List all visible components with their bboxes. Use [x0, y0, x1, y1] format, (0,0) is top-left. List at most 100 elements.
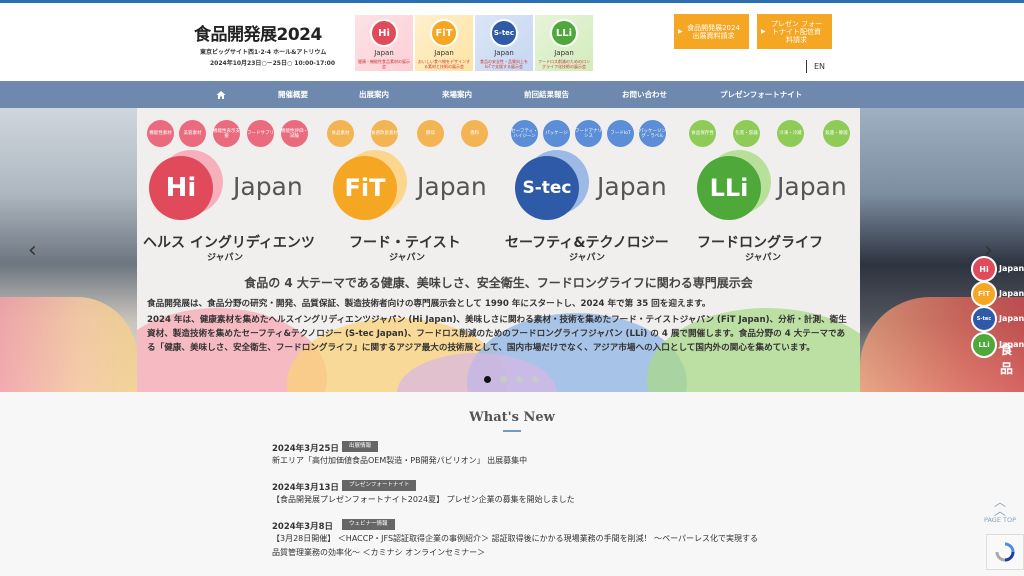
- brand-tile-desc: 食品の安全性・品質向上をIoTで支援する展示会: [480, 59, 528, 69]
- carousel-dot-3[interactable]: [516, 376, 523, 383]
- fit-japan-kana: フード・テイスト: [349, 235, 461, 251]
- hi-japan-kana: ヘルス イングリディエンツ: [143, 235, 315, 251]
- double-chevron-up-icon: ︿ ︿: [993, 495, 1006, 518]
- tag-pill: 殺菌・静菌: [823, 120, 850, 147]
- next-slide-label: Japan: [999, 264, 1024, 273]
- arrow-right-icon: ▶: [678, 28, 683, 35]
- tag-pill: 機能性表示支援: [213, 120, 240, 147]
- news-link[interactable]: 新エリア「高付加価値食品OEM製造・PB開発パビリオン」 出展募集中: [272, 454, 762, 468]
- tag-pill: 機能性評価・試験: [281, 120, 308, 147]
- news-date: 2024年3月8日: [272, 522, 333, 532]
- brand-stec-icon: S-tec: [490, 19, 518, 47]
- site-logo[interactable]: 食品開発展2024 東京ビッグサイト西1·2·4 ホール&アトリウム 2024年…: [190, 18, 342, 72]
- logo-title: 食品開発展2024: [194, 25, 322, 45]
- hi-japan-logo: Hi: [149, 156, 213, 220]
- home-icon[interactable]: [216, 81, 226, 108]
- next-slide-lli-icon: LLi: [971, 332, 997, 358]
- language-switch-en[interactable]: EN: [814, 62, 825, 71]
- tag-pill: 食品素材: [327, 120, 354, 147]
- recaptcha-icon: [995, 542, 1015, 562]
- lli-japan-kana: フードロングライフ: [697, 235, 823, 251]
- tag-pill: 包装・容器: [733, 120, 760, 147]
- hero-headline: 食品の 4 大テーマである健康、美味しさ、安全衛生、フードロングライフに関わる専…: [244, 276, 753, 290]
- hi-japan-kana-sub: ジャパン: [207, 253, 244, 263]
- nav-item-contact[interactable]: お問い合わせ: [622, 81, 667, 108]
- brand-tile-lli[interactable]: LLi Japan フードロス削減のためのロングライフ化技術の展示会: [535, 15, 593, 71]
- main-nav: 開催概要 出展案内 来場案内 前回結果報告 お問い合わせ プレゼンフォートナイト: [0, 81, 1024, 108]
- arrow-right-icon: ▶: [761, 28, 766, 35]
- tag-pill: 美容素材: [179, 120, 206, 147]
- lli-japan-wordmark: Japan: [777, 172, 847, 201]
- brand-tile-name: Japan: [494, 49, 514, 57]
- tag-pill: フードアナリシス: [575, 120, 602, 147]
- brand-tile-hi[interactable]: Hi Japan 健康・機能性食品素材の展示会: [355, 15, 413, 71]
- news-category-badge: プレゼンフォートナイト: [342, 480, 417, 491]
- page-top-button[interactable]: ︿ ︿ PAGE TOP: [982, 495, 1018, 524]
- nav-item-visitor-info[interactable]: 来場案内: [442, 81, 472, 108]
- fit-japan-logo: FiT: [333, 156, 397, 220]
- tag-pill: 食感改良素材: [371, 120, 398, 147]
- nav-item-exhibit-info[interactable]: 出展案内: [359, 81, 389, 108]
- whats-new-heading: What's New: [469, 410, 555, 425]
- brand-tile-desc: フードロス削減のためのロングライフ化技術の展示会: [538, 59, 590, 69]
- next-slide-label: Japan: [999, 314, 1024, 323]
- nav-item-presen-fortnight[interactable]: プレゼンフォートナイト: [720, 81, 802, 108]
- carousel-prev-button[interactable]: ‹: [28, 238, 37, 263]
- presen-material-request-label: プレゼン フォートナイト配信資料請求: [770, 19, 823, 44]
- next-slide-fit-icon: FiT: [971, 281, 997, 307]
- carousel-dot-1[interactable]: [484, 376, 491, 383]
- brand-tile-desc: おいしい食べ物をデザインする素材と技術の展示会: [418, 59, 470, 69]
- lang-divider: [806, 60, 807, 73]
- stec-japan-wordmark: Japan: [597, 172, 667, 201]
- top-accent-line: [0, 0, 1024, 3]
- news-category-badge: 出展情報: [342, 441, 379, 452]
- fit-japan-wordmark: Japan: [417, 172, 487, 201]
- hero-banner: 機能性素材 美容素材 機能性表示支援 フードサプリ 機能性評価・試験 食品素材 …: [137, 108, 860, 392]
- brand-lli-icon: LLi: [550, 19, 578, 47]
- carousel-dot-2[interactable]: [500, 376, 507, 383]
- nav-item-overview[interactable]: 開催概要: [278, 81, 308, 108]
- tag-pill: 機能性素材: [147, 120, 174, 147]
- brand-fit-icon: FiT: [430, 19, 458, 47]
- hero-detail-paragraph: 2024 年は、健康素材を集めたヘルスイングリディエンツジャパン (Hi Jap…: [147, 315, 847, 353]
- next-slide-stec-icon: S-tec: [971, 306, 997, 332]
- carousel-dot-4[interactable]: [532, 376, 539, 383]
- exhibit-material-request-label: 食品開発展2024出展資料請求: [687, 23, 740, 40]
- presen-material-request-button[interactable]: ▶ プレゼン フォートナイト配信資料請求: [757, 14, 832, 49]
- nav-item-previous-report[interactable]: 前回結果報告: [524, 81, 569, 108]
- logo-venue: 東京ビッグサイト西1·2·4 ホール&アトリウム: [200, 49, 327, 56]
- brand-tile-name: Japan: [554, 49, 574, 57]
- tag-pill: 香料: [461, 120, 488, 147]
- brand-tile-name: Japan: [374, 49, 394, 57]
- tag-pill: フードサプリ: [247, 120, 274, 147]
- next-slide-label: Japan: [999, 340, 1024, 349]
- brand-tile-desc: 健康・機能性食品素材の展示会: [358, 59, 410, 69]
- tag-pill: セーフティ・ハイジーン: [511, 120, 538, 147]
- lli-japan-kana-sub: ジャパン: [745, 253, 782, 263]
- brand-hi-icon: Hi: [370, 19, 398, 47]
- stec-japan-kana-sub: ジャパン: [569, 253, 606, 263]
- tag-pill: 冷凍・冷蔵: [777, 120, 804, 147]
- news-date: 2024年3月13日: [272, 483, 339, 493]
- tag-pill: パッケージ: [543, 120, 570, 147]
- hero-intro-paragraph: 食品開発展は、食品分野の研究・開発、品質保証、製造技術者向けの専門展示会として …: [147, 299, 711, 309]
- news-category-badge: ウェビナー情報: [342, 519, 395, 530]
- page-top-label: PAGE TOP: [983, 516, 1017, 524]
- fit-japan-kana-sub: ジャパン: [389, 253, 426, 263]
- next-slide-label: Japan: [999, 289, 1024, 298]
- tag-pill: フードIoT: [607, 120, 634, 147]
- hi-japan-wordmark: Japan: [233, 172, 303, 201]
- tag-pill: 酵母: [417, 120, 444, 147]
- recaptcha-badge[interactable]: [986, 534, 1024, 570]
- exhibit-material-request-button[interactable]: ▶ 食品開発展2024出展資料請求: [674, 14, 749, 49]
- brand-tile-fit[interactable]: FiT Japan おいしい食べ物をデザインする素材と技術の展示会: [415, 15, 473, 71]
- news-link[interactable]: 【3月28日開催】 ＜HACCP・JFS認証取得企業の事例紹介＞ 認証取得後にか…: [272, 532, 762, 560]
- stec-japan-kana: セーフティ&テクノロジー: [505, 235, 669, 251]
- carousel-next-button[interactable]: ›: [984, 238, 993, 263]
- logo-date: 2024年10月23日○－25日○ 10:00-17:00: [210, 60, 335, 67]
- hero-carousel: 機能性素材 美容素材 機能性表示支援 フードサプリ 機能性評価・試験 食品素材 …: [0, 108, 1024, 392]
- stec-japan-logo: S-tec: [515, 156, 579, 220]
- news-link[interactable]: 【食品開発展プレゼンフォートナイト2024夏】 プレゼン企業の募集を開始しました: [272, 493, 762, 507]
- tag-pill: パッケージング・ラベル: [639, 120, 666, 147]
- brand-tile-stec[interactable]: S-tec Japan 食品の安全性・品質向上をIoTで支援する展示会: [475, 15, 533, 71]
